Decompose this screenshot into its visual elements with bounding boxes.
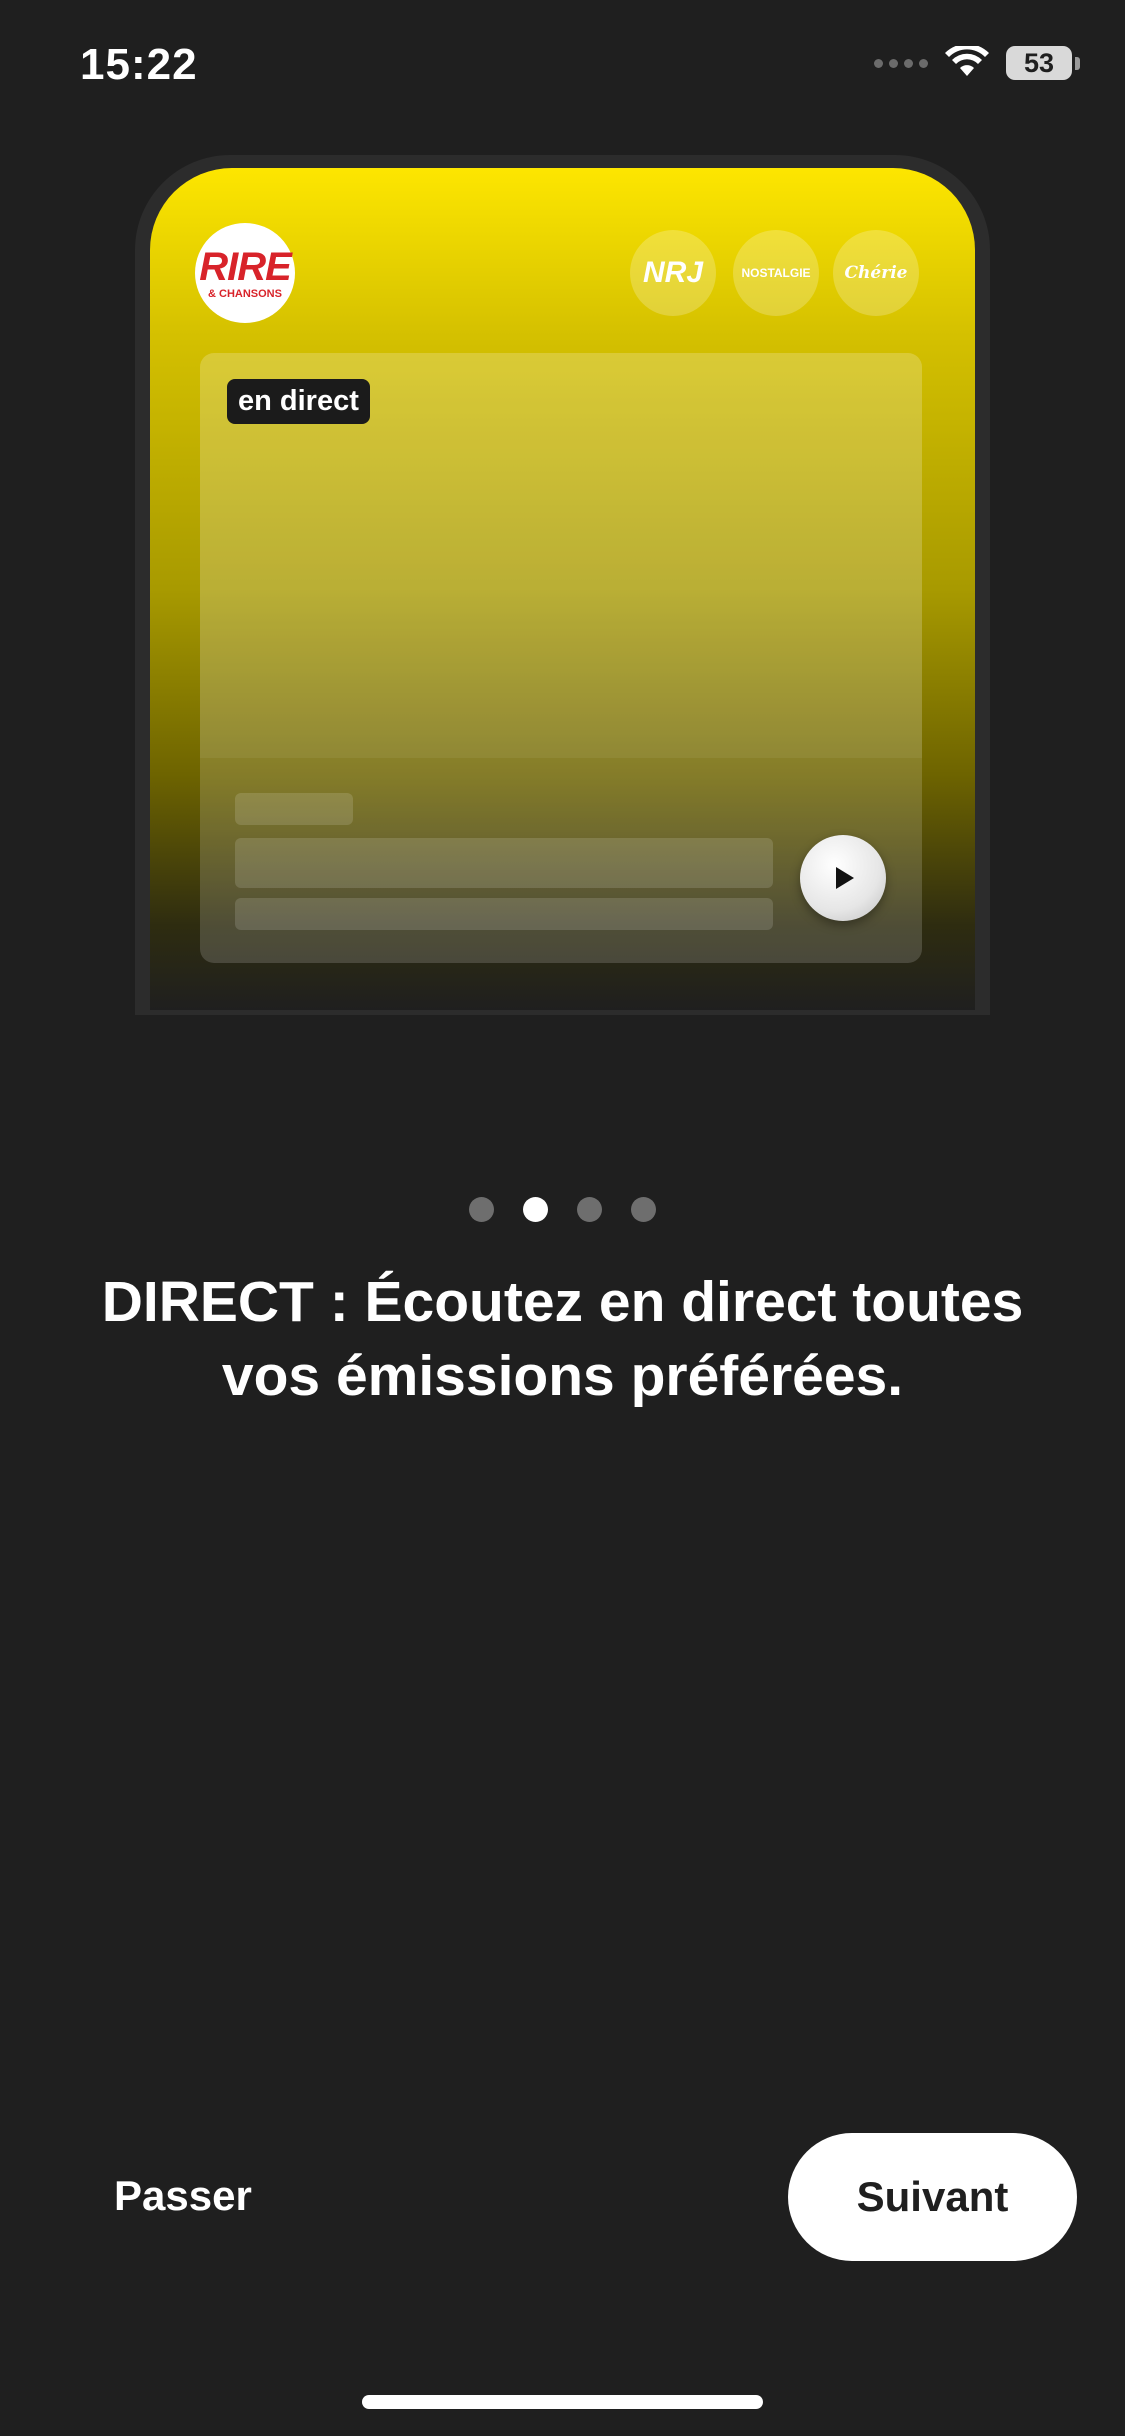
page-dot-4[interactable] bbox=[631, 1197, 656, 1222]
live-badge: en direct bbox=[227, 379, 370, 424]
onboarding-headline: DIRECT : Écoutez en direct toutes vos ém… bbox=[101, 1270, 1024, 1408]
station-cherie-logo: Chérie bbox=[833, 230, 919, 316]
live-program-card: en direct bbox=[200, 353, 922, 963]
logo-subtext: & CHANSONS bbox=[208, 287, 282, 300]
battery-indicator: 53 bbox=[1006, 46, 1080, 80]
play-icon bbox=[836, 867, 854, 889]
status-time: 15:22 bbox=[80, 40, 198, 89]
next-button[interactable]: Suivant bbox=[788, 2133, 1077, 2261]
text-placeholder-short bbox=[235, 793, 353, 825]
page-indicator bbox=[0, 1197, 1125, 1222]
page-dot-2-active[interactable] bbox=[523, 1197, 548, 1222]
rire-et-chansons-logo: RIRE & CHANSONS bbox=[195, 223, 295, 323]
onboarding-screen: 15:22 53 RIRE & CHANSONS NRJ NOSTALGIE C… bbox=[0, 0, 1125, 2436]
text-placeholder-subtitle bbox=[235, 898, 773, 930]
battery-cap bbox=[1075, 56, 1080, 70]
skip-button[interactable]: Passer bbox=[114, 2172, 252, 2220]
play-button bbox=[800, 835, 886, 921]
cellular-signal-icon bbox=[874, 58, 928, 68]
home-indicator[interactable] bbox=[362, 2395, 763, 2409]
station-nostalgie-logo: NOSTALGIE bbox=[733, 230, 819, 316]
page-dot-3[interactable] bbox=[577, 1197, 602, 1222]
text-placeholder-title bbox=[235, 838, 773, 888]
logo-text: RIRE bbox=[199, 244, 292, 289]
battery-level: 53 bbox=[1006, 46, 1072, 80]
wifi-icon bbox=[945, 46, 989, 76]
status-icons: 53 bbox=[874, 46, 1080, 80]
page-dot-1[interactable] bbox=[469, 1197, 494, 1222]
phone-mockup-screen: RIRE & CHANSONS NRJ NOSTALGIE Chérie en … bbox=[150, 168, 975, 1010]
station-nrj-logo: NRJ bbox=[630, 230, 716, 316]
